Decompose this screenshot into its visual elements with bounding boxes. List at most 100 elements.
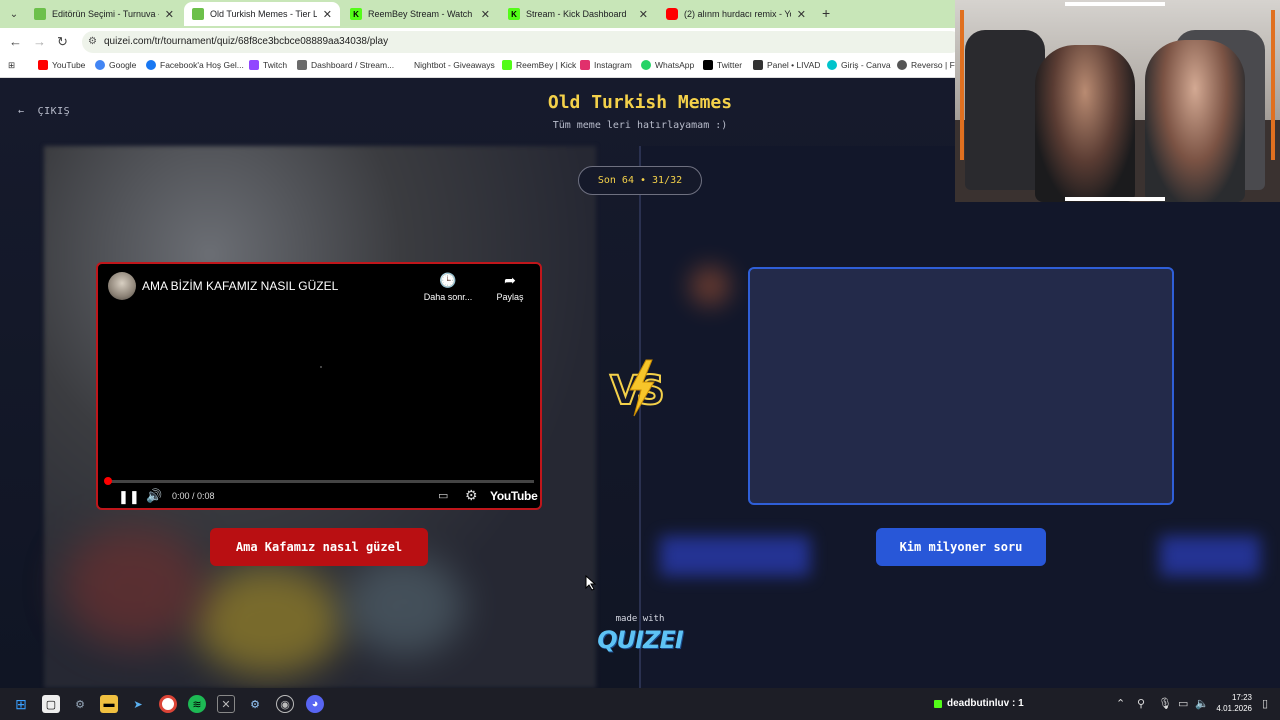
player-controls: ❚❚ 🔊 0:00 / 0:08 ▭ ⚙ YouTube: [98, 486, 540, 508]
kick-favicon-icon: K: [508, 8, 520, 20]
choose-left-button[interactable]: Ama Kafamız nasıl güzel: [210, 528, 428, 566]
streamer-person: [1035, 45, 1135, 202]
back-arrow-icon[interactable]: ←: [9, 34, 22, 49]
bookmark-panel-livad[interactable]: Panel • LIVAD: [753, 60, 820, 70]
bookmark-twitter[interactable]: Twitter: [703, 60, 742, 70]
x-twitter-icon: [703, 60, 713, 70]
reverso-icon: [897, 60, 907, 70]
pause-icon[interactable]: ❚❚: [118, 489, 140, 505]
forward-arrow-icon[interactable]: →: [33, 34, 46, 49]
close-icon[interactable]: ✕: [481, 8, 490, 21]
quiz-subtitle: Tüm meme leri hatırlayamam :): [552, 120, 728, 131]
file-explorer-icon[interactable]: ▬: [100, 695, 118, 713]
kick-favicon-icon: K: [350, 8, 362, 20]
bookmark-nightbot[interactable]: Nightbot - Giveaways: [400, 60, 495, 70]
spotify-icon[interactable]: ≋: [188, 695, 206, 713]
canva-icon: [827, 60, 837, 70]
notifications-icon[interactable]: ▯: [1262, 697, 1268, 710]
url-text: quizei.com/tr/tournament/quiz/68f8ce3bcb…: [104, 36, 389, 47]
progress-bar[interactable]: [104, 477, 534, 485]
webcam-overlay: [955, 0, 1280, 202]
bookmark-whatsapp[interactable]: WhatsApp: [641, 60, 694, 70]
livad-icon: [753, 60, 763, 70]
settings-gear-icon[interactable]: ⚙: [465, 487, 478, 504]
tab-editors-choice[interactable]: Editörün Seçimi - Turnuva - Qu ✕: [26, 2, 182, 26]
task-view-icon[interactable]: ▢: [42, 695, 60, 713]
bookmark-dashboard[interactable]: Dashboard / Stream...: [297, 60, 394, 70]
tab-search-chevron-icon[interactable]: ⌄: [6, 6, 22, 22]
mouse-cursor-icon: [585, 575, 597, 591]
progress-scrubber[interactable]: [104, 477, 112, 485]
discord-icon[interactable]: ◕: [306, 695, 324, 713]
new-tab-plus-icon[interactable]: +: [822, 5, 830, 21]
channel-avatar[interactable]: [108, 272, 136, 300]
arrow-left-icon: ←: [18, 106, 25, 117]
bookmark-twitch[interactable]: Twitch: [249, 60, 287, 70]
reload-icon[interactable]: ↻: [57, 34, 68, 50]
tab-youtube-remix[interactable]: (2) alınm hurdacı remix - YouTu ✕: [658, 2, 814, 26]
instagram-icon: [580, 60, 590, 70]
close-icon[interactable]: ✕: [323, 8, 332, 21]
close-icon[interactable]: ✕: [797, 8, 806, 21]
kick-icon: [934, 699, 942, 708]
usb-icon[interactable]: ⚲: [1137, 697, 1145, 710]
twitch-icon: [249, 60, 259, 70]
site-info-icon[interactable]: ⚙: [88, 31, 97, 53]
volume-icon[interactable]: 🔊: [146, 488, 162, 504]
apps-grid-icon[interactable]: ⊞: [8, 60, 15, 71]
bookmark-facebook[interactable]: Facebook'a Hoş Gel...: [146, 60, 244, 70]
share-button[interactable]: ➦ Paylaş: [488, 272, 532, 302]
share-arrow-icon: ➦: [504, 272, 516, 288]
video-title[interactable]: AMA BİZİM KAFAMIZ NASIL GÜZEL: [142, 279, 338, 293]
guest-person: [1145, 40, 1245, 202]
bookmark-youtube[interactable]: YouTube: [38, 60, 85, 70]
close-icon[interactable]: ✕: [165, 8, 174, 21]
right-option-media[interactable]: [748, 267, 1174, 505]
round-indicator: Son 64 • 31/32: [578, 166, 702, 195]
kick-chat-status[interactable]: deadbutinluv : 1: [934, 698, 1024, 709]
bookmark-instagram[interactable]: Instagram: [580, 60, 632, 70]
windows-start-icon[interactable]: ⊞: [12, 695, 30, 713]
subtitles-icon[interactable]: ▭: [438, 489, 448, 502]
quiz-title: Old Turkish Memes: [547, 92, 733, 113]
nightbot-icon: [400, 60, 410, 70]
bookmark-google[interactable]: Google: [95, 60, 136, 70]
exit-button[interactable]: ← ÇIKIŞ: [18, 106, 70, 117]
obs-icon[interactable]: ◉: [276, 695, 294, 713]
choose-right-button[interactable]: Kim milyoner soru: [876, 528, 1046, 566]
quizei-favicon-icon: [34, 8, 46, 20]
quizei-favicon-icon: [192, 8, 204, 20]
quizei-logo[interactable]: QUIZEI: [592, 626, 688, 654]
youtube-favicon-icon: [666, 8, 678, 20]
tray-chevron-up-icon[interactable]: ⌃: [1116, 697, 1125, 710]
made-with-label: made with: [615, 614, 665, 624]
facebook-icon: [146, 60, 156, 70]
address-bar[interactable]: ⚙ quizei.com/tr/tournament/quiz/68f8ce3b…: [82, 31, 962, 53]
network-icon[interactable]: ▭: [1178, 697, 1188, 710]
close-icon[interactable]: ✕: [639, 8, 648, 21]
steam-icon[interactable]: ⚙: [246, 695, 264, 713]
tab-kick-dashboard[interactable]: K Stream - Kick Dashboard ✕: [500, 2, 656, 26]
gaming-chair: [965, 30, 1045, 190]
tab-old-turkish-memes[interactable]: Old Turkish Memes - Tier List, F ✕: [184, 2, 340, 26]
settings-gear-icon[interactable]: ⚙: [71, 695, 89, 713]
youtube-icon: [38, 60, 48, 70]
watch-later-button[interactable]: 🕒 Daha sonr...: [418, 272, 478, 302]
bookmark-canva[interactable]: Giriş - Canva: [827, 60, 891, 70]
bookmark-reverso[interactable]: Reverso | Fre: [897, 60, 962, 70]
telegram-icon[interactable]: ➤: [129, 695, 147, 713]
chrome-icon[interactable]: [159, 695, 177, 713]
windows-taskbar: ⊞ ▢ ⚙ ▬ ➤ ≋ ✕ ⚙ ◉ ◕ deadbutinluv : 1 ⌃ ⚲…: [0, 688, 1280, 720]
bookmark-reembey-kick[interactable]: ReemBey | Kick: [502, 60, 576, 70]
microphone-icon[interactable]: 🎙: [1158, 697, 1172, 710]
vs-lightning-icon: V S: [609, 359, 666, 417]
whatsapp-icon: [641, 60, 651, 70]
youtube-logo[interactable]: YouTube: [490, 489, 538, 503]
tab-reembey-stream[interactable]: K ReemBey Stream - Watch Live c ✕: [342, 2, 498, 26]
kick-icon: [502, 60, 512, 70]
time-display: 0:00 / 0:08: [172, 491, 215, 501]
speaker-icon[interactable]: 🔈: [1195, 697, 1209, 710]
clock[interactable]: 17:23 4.01.2026: [1216, 692, 1252, 714]
youtube-player[interactable]: AMA BİZİM KAFAMIZ NASIL GÜZEL 🕒 Daha son…: [96, 262, 542, 510]
window-app-icon[interactable]: ✕: [217, 695, 235, 713]
